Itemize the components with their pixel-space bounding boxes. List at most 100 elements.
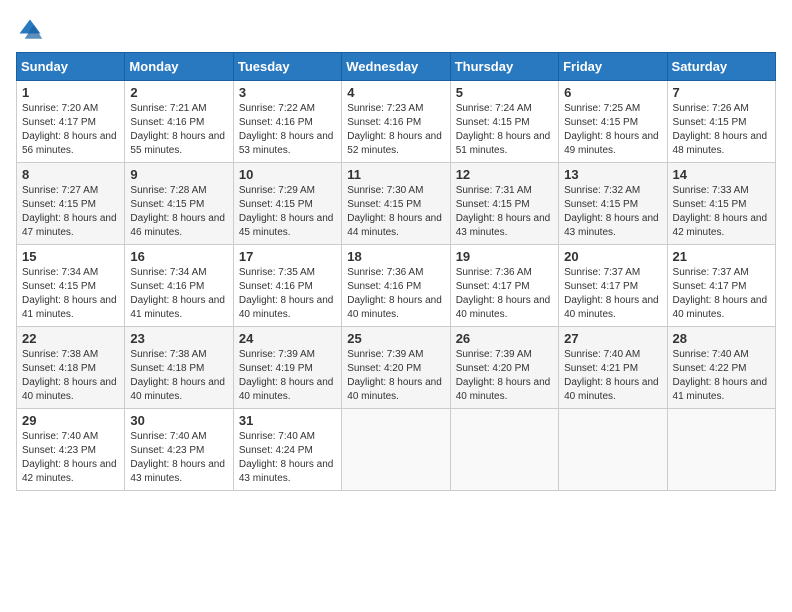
day-number: 26 [456, 331, 553, 346]
day-number: 2 [130, 85, 227, 100]
calendar-day-cell: 7 Sunrise: 7:26 AM Sunset: 4:15 PM Dayli… [667, 81, 775, 163]
calendar-day-cell: 4 Sunrise: 7:23 AM Sunset: 4:16 PM Dayli… [342, 81, 450, 163]
day-number: 31 [239, 413, 336, 428]
calendar-day-cell: 9 Sunrise: 7:28 AM Sunset: 4:15 PM Dayli… [125, 163, 233, 245]
calendar-day-cell: 26 Sunrise: 7:39 AM Sunset: 4:20 PM Dayl… [450, 327, 558, 409]
day-number: 18 [347, 249, 444, 264]
day-number: 23 [130, 331, 227, 346]
calendar-day-cell: 23 Sunrise: 7:38 AM Sunset: 4:18 PM Dayl… [125, 327, 233, 409]
day-number: 24 [239, 331, 336, 346]
weekday-header: Tuesday [233, 53, 341, 81]
day-info: Sunrise: 7:33 AM Sunset: 4:15 PM Dayligh… [673, 184, 770, 240]
calendar-day-cell [667, 409, 775, 491]
day-info: Sunrise: 7:28 AM Sunset: 4:15 PM Dayligh… [130, 184, 227, 240]
day-number: 6 [564, 85, 661, 100]
calendar-day-cell [559, 409, 667, 491]
calendar-day-cell: 30 Sunrise: 7:40 AM Sunset: 4:23 PM Dayl… [125, 409, 233, 491]
day-number: 14 [673, 167, 770, 182]
day-number: 28 [673, 331, 770, 346]
day-info: Sunrise: 7:34 AM Sunset: 4:16 PM Dayligh… [130, 266, 227, 322]
day-info: Sunrise: 7:34 AM Sunset: 4:15 PM Dayligh… [22, 266, 119, 322]
calendar-day-cell: 17 Sunrise: 7:35 AM Sunset: 4:16 PM Dayl… [233, 245, 341, 327]
calendar-day-cell: 19 Sunrise: 7:36 AM Sunset: 4:17 PM Dayl… [450, 245, 558, 327]
logo [16, 16, 48, 44]
day-number: 11 [347, 167, 444, 182]
page-header [16, 16, 776, 44]
calendar-week-row: 1 Sunrise: 7:20 AM Sunset: 4:17 PM Dayli… [17, 81, 776, 163]
calendar-day-cell: 1 Sunrise: 7:20 AM Sunset: 4:17 PM Dayli… [17, 81, 125, 163]
day-info: Sunrise: 7:30 AM Sunset: 4:15 PM Dayligh… [347, 184, 444, 240]
day-info: Sunrise: 7:39 AM Sunset: 4:20 PM Dayligh… [456, 348, 553, 404]
day-info: Sunrise: 7:20 AM Sunset: 4:17 PM Dayligh… [22, 102, 119, 158]
calendar-week-row: 29 Sunrise: 7:40 AM Sunset: 4:23 PM Dayl… [17, 409, 776, 491]
calendar-week-row: 15 Sunrise: 7:34 AM Sunset: 4:15 PM Dayl… [17, 245, 776, 327]
day-number: 13 [564, 167, 661, 182]
calendar-day-cell: 15 Sunrise: 7:34 AM Sunset: 4:15 PM Dayl… [17, 245, 125, 327]
day-info: Sunrise: 7:38 AM Sunset: 4:18 PM Dayligh… [22, 348, 119, 404]
day-number: 17 [239, 249, 336, 264]
day-info: Sunrise: 7:21 AM Sunset: 4:16 PM Dayligh… [130, 102, 227, 158]
calendar-header-row: SundayMondayTuesdayWednesdayThursdayFrid… [17, 53, 776, 81]
day-number: 3 [239, 85, 336, 100]
day-info: Sunrise: 7:31 AM Sunset: 4:15 PM Dayligh… [456, 184, 553, 240]
day-info: Sunrise: 7:40 AM Sunset: 4:23 PM Dayligh… [130, 430, 227, 486]
calendar-day-cell: 8 Sunrise: 7:27 AM Sunset: 4:15 PM Dayli… [17, 163, 125, 245]
day-info: Sunrise: 7:37 AM Sunset: 4:17 PM Dayligh… [673, 266, 770, 322]
calendar-day-cell: 12 Sunrise: 7:31 AM Sunset: 4:15 PM Dayl… [450, 163, 558, 245]
day-number: 12 [456, 167, 553, 182]
calendar-day-cell: 24 Sunrise: 7:39 AM Sunset: 4:19 PM Dayl… [233, 327, 341, 409]
day-number: 30 [130, 413, 227, 428]
day-number: 8 [22, 167, 119, 182]
day-number: 10 [239, 167, 336, 182]
day-number: 7 [673, 85, 770, 100]
calendar-day-cell: 14 Sunrise: 7:33 AM Sunset: 4:15 PM Dayl… [667, 163, 775, 245]
calendar-day-cell [342, 409, 450, 491]
day-info: Sunrise: 7:40 AM Sunset: 4:23 PM Dayligh… [22, 430, 119, 486]
day-number: 15 [22, 249, 119, 264]
calendar-day-cell: 2 Sunrise: 7:21 AM Sunset: 4:16 PM Dayli… [125, 81, 233, 163]
day-number: 25 [347, 331, 444, 346]
day-number: 27 [564, 331, 661, 346]
day-number: 20 [564, 249, 661, 264]
day-info: Sunrise: 7:39 AM Sunset: 4:19 PM Dayligh… [239, 348, 336, 404]
weekday-header: Friday [559, 53, 667, 81]
calendar-day-cell: 25 Sunrise: 7:39 AM Sunset: 4:20 PM Dayl… [342, 327, 450, 409]
day-info: Sunrise: 7:37 AM Sunset: 4:17 PM Dayligh… [564, 266, 661, 322]
day-info: Sunrise: 7:29 AM Sunset: 4:15 PM Dayligh… [239, 184, 336, 240]
day-number: 22 [22, 331, 119, 346]
weekday-header: Thursday [450, 53, 558, 81]
day-info: Sunrise: 7:40 AM Sunset: 4:21 PM Dayligh… [564, 348, 661, 404]
calendar-week-row: 22 Sunrise: 7:38 AM Sunset: 4:18 PM Dayl… [17, 327, 776, 409]
calendar-table: SundayMondayTuesdayWednesdayThursdayFrid… [16, 52, 776, 491]
day-info: Sunrise: 7:36 AM Sunset: 4:17 PM Dayligh… [456, 266, 553, 322]
day-info: Sunrise: 7:39 AM Sunset: 4:20 PM Dayligh… [347, 348, 444, 404]
calendar-day-cell: 10 Sunrise: 7:29 AM Sunset: 4:15 PM Dayl… [233, 163, 341, 245]
day-number: 9 [130, 167, 227, 182]
calendar-day-cell: 29 Sunrise: 7:40 AM Sunset: 4:23 PM Dayl… [17, 409, 125, 491]
calendar-day-cell [450, 409, 558, 491]
day-number: 4 [347, 85, 444, 100]
logo-icon [16, 16, 44, 44]
calendar-day-cell: 11 Sunrise: 7:30 AM Sunset: 4:15 PM Dayl… [342, 163, 450, 245]
calendar-day-cell: 16 Sunrise: 7:34 AM Sunset: 4:16 PM Dayl… [125, 245, 233, 327]
day-info: Sunrise: 7:24 AM Sunset: 4:15 PM Dayligh… [456, 102, 553, 158]
day-number: 21 [673, 249, 770, 264]
day-number: 5 [456, 85, 553, 100]
calendar-day-cell: 5 Sunrise: 7:24 AM Sunset: 4:15 PM Dayli… [450, 81, 558, 163]
day-info: Sunrise: 7:40 AM Sunset: 4:22 PM Dayligh… [673, 348, 770, 404]
calendar-day-cell: 6 Sunrise: 7:25 AM Sunset: 4:15 PM Dayli… [559, 81, 667, 163]
day-number: 19 [456, 249, 553, 264]
calendar-day-cell: 20 Sunrise: 7:37 AM Sunset: 4:17 PM Dayl… [559, 245, 667, 327]
day-info: Sunrise: 7:25 AM Sunset: 4:15 PM Dayligh… [564, 102, 661, 158]
day-info: Sunrise: 7:27 AM Sunset: 4:15 PM Dayligh… [22, 184, 119, 240]
day-number: 29 [22, 413, 119, 428]
calendar-day-cell: 21 Sunrise: 7:37 AM Sunset: 4:17 PM Dayl… [667, 245, 775, 327]
weekday-header: Monday [125, 53, 233, 81]
day-number: 1 [22, 85, 119, 100]
calendar-day-cell: 28 Sunrise: 7:40 AM Sunset: 4:22 PM Dayl… [667, 327, 775, 409]
day-info: Sunrise: 7:38 AM Sunset: 4:18 PM Dayligh… [130, 348, 227, 404]
day-info: Sunrise: 7:35 AM Sunset: 4:16 PM Dayligh… [239, 266, 336, 322]
weekday-header: Saturday [667, 53, 775, 81]
calendar-day-cell: 31 Sunrise: 7:40 AM Sunset: 4:24 PM Dayl… [233, 409, 341, 491]
calendar-day-cell: 27 Sunrise: 7:40 AM Sunset: 4:21 PM Dayl… [559, 327, 667, 409]
